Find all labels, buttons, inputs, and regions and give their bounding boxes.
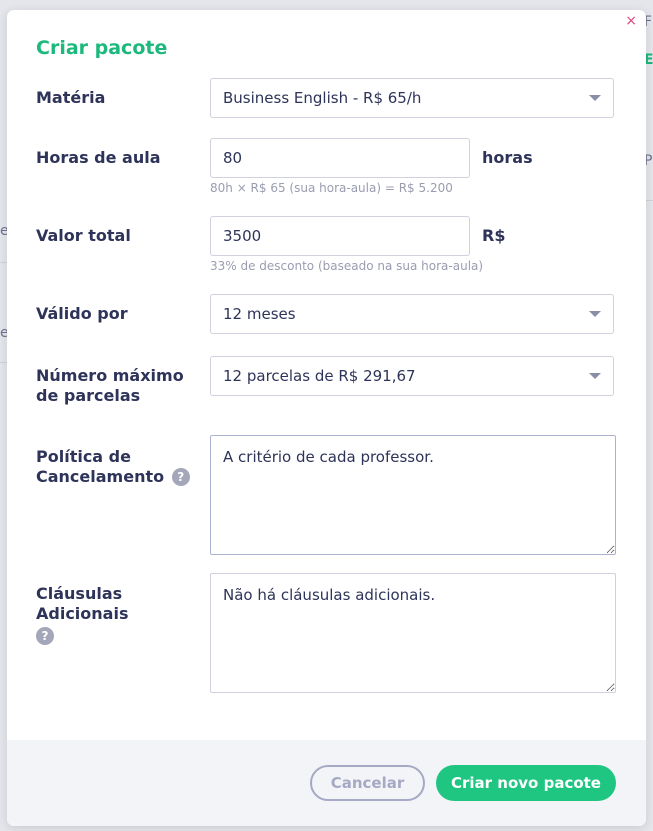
additional-clauses-label: Cláusulas Adicionais ? <box>36 584 206 646</box>
installments-select[interactable]: 12 parcelas de R$ 291,67 <box>210 356 614 396</box>
installments-label: Número máximo de parcelas <box>36 366 184 405</box>
chevron-down-icon <box>589 311 601 317</box>
subject-select-value: Business English - R$ 65/h <box>223 89 422 107</box>
create-package-button[interactable]: Criar novo pacote <box>436 765 616 801</box>
validity-select-value: 12 meses <box>223 305 296 323</box>
hours-hint: 80h × R$ 65 (sua hora-aula) = R$ 5.200 <box>210 181 453 195</box>
hours-label: Horas de aula <box>36 148 161 167</box>
additional-clauses-textarea[interactable]: Não há cláusulas adicionais. <box>210 573 616 693</box>
background-divider <box>0 262 7 263</box>
cancellation-policy-label-line2: Cancelamento <box>36 467 165 486</box>
cancellation-policy-textarea[interactable]: A critério de cada professor. <box>210 435 616 555</box>
background-divider <box>646 200 653 201</box>
chevron-down-icon <box>589 373 601 379</box>
chevron-down-icon <box>589 95 601 101</box>
cancellation-policy-label-line1: Política de <box>36 447 131 466</box>
subject-select[interactable]: Business English - R$ 65/h <box>210 78 614 118</box>
help-icon[interactable]: ? <box>171 467 190 486</box>
modal-footer: Cancelar Criar novo pacote <box>7 740 646 826</box>
additional-clauses-label-text: Cláusulas Adicionais <box>36 584 129 623</box>
validity-label: Válido por <box>36 304 128 323</box>
background-divider <box>0 362 7 363</box>
total-value-input[interactable] <box>210 216 470 256</box>
installments-select-value: 12 parcelas de R$ 291,67 <box>223 367 416 385</box>
total-value-hint: 33% de desconto (baseado na sua hora-aul… <box>210 259 484 273</box>
total-value-label: Valor total <box>36 226 131 245</box>
create-package-modal: × Criar pacote Matéria Business English … <box>7 10 646 826</box>
hours-input[interactable] <box>210 138 470 178</box>
close-icon[interactable]: × <box>625 14 637 28</box>
cancel-button[interactable]: Cancelar <box>310 765 425 801</box>
modal-title: Criar pacote <box>36 37 168 59</box>
help-icon[interactable]: ? <box>36 627 54 645</box>
cancellation-policy-label: Política de Cancelamento ? <box>36 447 206 487</box>
hours-unit: horas <box>482 148 533 167</box>
total-value-unit: R$ <box>482 226 506 245</box>
subject-label: Matéria <box>36 88 106 107</box>
validity-select[interactable]: 12 meses <box>210 294 614 334</box>
